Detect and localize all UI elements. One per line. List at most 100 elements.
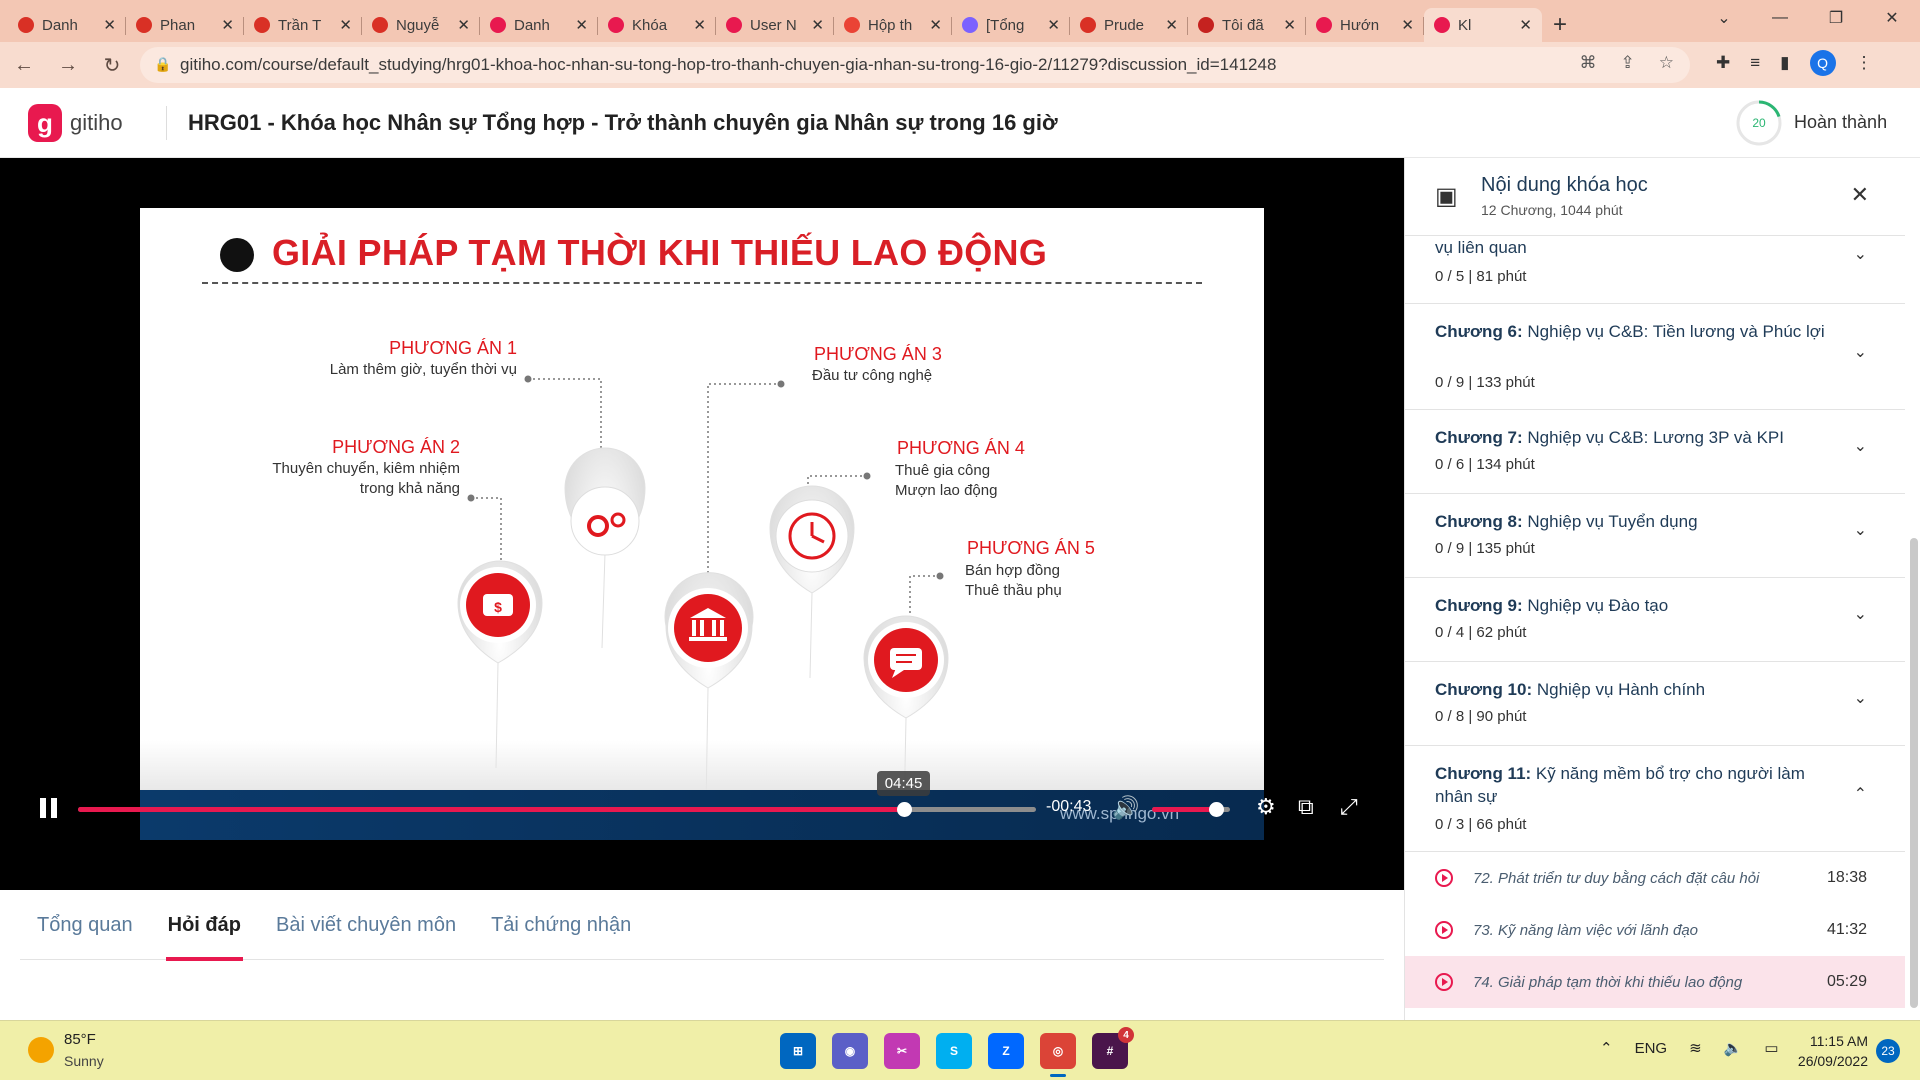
close-tab-icon[interactable]: ✕ xyxy=(1283,16,1296,34)
browser-tab[interactable]: Danh ✕ xyxy=(480,8,598,42)
chrome-menu-icon[interactable]: ⋮ xyxy=(1856,53,1873,73)
close-tab-icon[interactable]: ✕ xyxy=(929,16,942,34)
fullscreen-icon[interactable]: ⤢ xyxy=(1340,794,1358,820)
tab-qa[interactable]: Hỏi đáp xyxy=(151,890,258,961)
close-window-button[interactable]: ✕ xyxy=(1864,0,1920,36)
browser-tab[interactable]: Khóa ✕ xyxy=(598,8,716,42)
close-tab-icon[interactable]: ✕ xyxy=(1401,16,1414,34)
chapter-item[interactable]: Chương 6: Nghiệp vụ C&B: Tiền lương và P… xyxy=(1405,304,1905,410)
gitiho-logo[interactable]: g gitiho xyxy=(28,104,123,142)
close-tab-icon[interactable]: ✕ xyxy=(1519,16,1532,34)
chevron-down-icon[interactable]: ⌄ xyxy=(1854,688,1867,708)
close-sidebar-icon[interactable]: ✕ xyxy=(1851,182,1869,208)
browser-tab[interactable]: Trần T ✕ xyxy=(244,8,362,42)
lesson-item[interactable]: 73. Kỹ năng làm việc với lãnh đạo 41:32 xyxy=(1405,904,1905,956)
chapter-item[interactable]: vụ liên quan 0 / 5 | 81 phút ⌄ xyxy=(1405,236,1905,304)
close-tab-icon[interactable]: ✕ xyxy=(339,16,352,34)
browser-tab[interactable]: Hộp th ✕ xyxy=(834,8,952,42)
chrome-icon[interactable]: ◎ xyxy=(1040,1033,1076,1077)
tab-search-icon[interactable]: ⌄ xyxy=(1696,0,1752,36)
reload-button[interactable]: ↻ xyxy=(92,45,132,85)
close-tab-icon[interactable]: ✕ xyxy=(221,16,234,34)
media-control-icon[interactable]: ≡ xyxy=(1750,53,1760,73)
chevron-down-icon[interactable]: ⌄ xyxy=(1854,604,1867,624)
browser-tab[interactable]: Nguyễ ✕ xyxy=(362,8,480,42)
weather-description[interactable]: Sunny xyxy=(64,1053,104,1069)
tab-certificate[interactable]: Tải chứng nhận xyxy=(474,890,648,960)
address-bar[interactable]: 🔒 gitiho.com/course/default_studying/hrg… xyxy=(140,47,1690,83)
tab-title: Trần T xyxy=(278,16,322,34)
translate-icon[interactable]: ⌘ xyxy=(1580,53,1597,73)
volume-handle[interactable] xyxy=(1208,802,1224,817)
close-tab-icon[interactable]: ✕ xyxy=(457,16,470,34)
time-remaining: -00:43 xyxy=(1046,798,1092,815)
chevron-down-icon[interactable]: ⌄ xyxy=(1854,342,1867,362)
weather-temperature[interactable]: 85°F xyxy=(64,1031,96,1048)
browser-tab[interactable]: Hướn ✕ xyxy=(1306,8,1424,42)
sun-icon[interactable] xyxy=(28,1037,54,1063)
volume-icon[interactable]: 🔊 xyxy=(1112,795,1139,821)
chapter-item[interactable]: Chương 10: Nghiệp vụ Hành chính 0 / 8 | … xyxy=(1405,662,1905,746)
pause-button[interactable] xyxy=(40,798,62,820)
speaker-icon[interactable]: 🔈 xyxy=(1724,1039,1743,1057)
close-tab-icon[interactable]: ✕ xyxy=(103,16,116,34)
minimize-button[interactable]: — xyxy=(1752,0,1808,36)
close-tab-icon[interactable]: ✕ xyxy=(1165,16,1178,34)
seek-bar[interactable]: 04:45 xyxy=(78,771,1036,817)
close-tab-icon[interactable]: ✕ xyxy=(1047,16,1060,34)
chapter-item[interactable]: Chương 9: Nghiệp vụ Đào tạo 0 / 4 | 62 p… xyxy=(1405,578,1905,662)
language-indicator[interactable]: ENG xyxy=(1635,1040,1668,1057)
lesson-item-current[interactable]: 74. Giải pháp tạm thời khi thiếu lao độn… xyxy=(1405,956,1905,1008)
taskbar-clock[interactable]: 11:15 AM 26/09/2022 xyxy=(1788,1031,1868,1071)
bookmark-star-icon[interactable]: ☆ xyxy=(1659,53,1674,73)
chevron-down-icon[interactable]: ⌄ xyxy=(1854,244,1867,264)
browser-tab[interactable]: Prude ✕ xyxy=(1070,8,1188,42)
browser-tab[interactable]: Kl ✕ xyxy=(1424,8,1542,42)
sidebar-scrollbar[interactable] xyxy=(1910,538,1918,1008)
skype-icon[interactable]: S xyxy=(936,1033,972,1069)
chevron-up-icon[interactable]: ⌃ xyxy=(1854,784,1867,804)
lesson-item[interactable]: 72. Phát triển tư duy bằng cách đặt câu … xyxy=(1405,852,1905,904)
windows-start-icon[interactable]: ⊞ xyxy=(780,1033,816,1069)
browser-tab[interactable]: Danh ✕ xyxy=(8,8,126,42)
back-button[interactable]: ← xyxy=(4,45,44,85)
tab-articles[interactable]: Bài viết chuyên môn xyxy=(259,890,473,960)
notification-badge[interactable]: 23 xyxy=(1876,1039,1900,1063)
close-tab-icon[interactable]: ✕ xyxy=(811,16,824,34)
lock-icon[interactable]: 🔒 xyxy=(154,56,171,73)
chapter-item-expanded[interactable]: Chương 11: Kỹ năng mềm bổ trợ cho người … xyxy=(1405,746,1905,852)
video-player[interactable]: GIẢI PHÁP TẠM THỜI KHI THIẾU LAO ĐỘNG $ … xyxy=(0,158,1404,890)
close-tab-icon[interactable]: ✕ xyxy=(575,16,588,34)
teams-chat-icon[interactable]: ◉ xyxy=(832,1033,868,1069)
new-tab-button[interactable]: + xyxy=(1542,8,1578,42)
chevron-down-icon[interactable]: ⌄ xyxy=(1854,520,1867,540)
share-icon[interactable]: ⇪ xyxy=(1621,53,1635,73)
extensions-puzzle-icon[interactable]: ✚ xyxy=(1716,53,1730,73)
browser-tab[interactable]: User N ✕ xyxy=(716,8,834,42)
volume-slider[interactable] xyxy=(1152,802,1230,817)
chevron-down-icon[interactable]: ⌄ xyxy=(1854,436,1867,456)
chevron-up-icon[interactable]: ⌃ xyxy=(1600,1039,1613,1057)
tab-title: Khóa xyxy=(632,16,668,34)
zalo-icon[interactable]: Z xyxy=(988,1033,1024,1069)
slack-icon[interactable]: #4 xyxy=(1092,1027,1134,1069)
chapter-item[interactable]: Chương 7: Nghiệp vụ C&B: Lương 3P và KPI… xyxy=(1405,410,1905,494)
tab-overview[interactable]: Tổng quan xyxy=(20,890,150,960)
forward-button[interactable]: → xyxy=(48,45,88,85)
seek-handle[interactable] xyxy=(896,802,912,817)
chapter-item[interactable]: Chương 8: Nghiệp vụ Tuyển dụng 0 / 9 | 1… xyxy=(1405,494,1905,578)
browser-tab[interactable]: Phan ✕ xyxy=(126,8,244,42)
browser-tab[interactable]: [Tổng ✕ xyxy=(952,8,1070,42)
browser-tab[interactable]: Tôi đã ✕ xyxy=(1188,8,1306,42)
snipping-tool-icon[interactable]: ✂ xyxy=(884,1033,920,1069)
maximize-button[interactable]: ❐ xyxy=(1808,0,1864,36)
side-panel-icon[interactable]: ▮ xyxy=(1780,53,1789,73)
close-tab-icon[interactable]: ✕ xyxy=(693,16,706,34)
wifi-icon[interactable]: ≋ xyxy=(1689,1039,1702,1057)
profile-avatar[interactable]: Q xyxy=(1809,50,1836,76)
option-5-title: PHƯƠNG ÁN 5 xyxy=(967,538,1095,558)
clock-date: 26/09/2022 xyxy=(1797,1053,1868,1069)
battery-icon[interactable]: ▭ xyxy=(1764,1039,1778,1057)
popout-icon[interactable]: ⧉ xyxy=(1298,794,1314,820)
settings-gear-icon[interactable]: ⚙ xyxy=(1256,794,1276,820)
